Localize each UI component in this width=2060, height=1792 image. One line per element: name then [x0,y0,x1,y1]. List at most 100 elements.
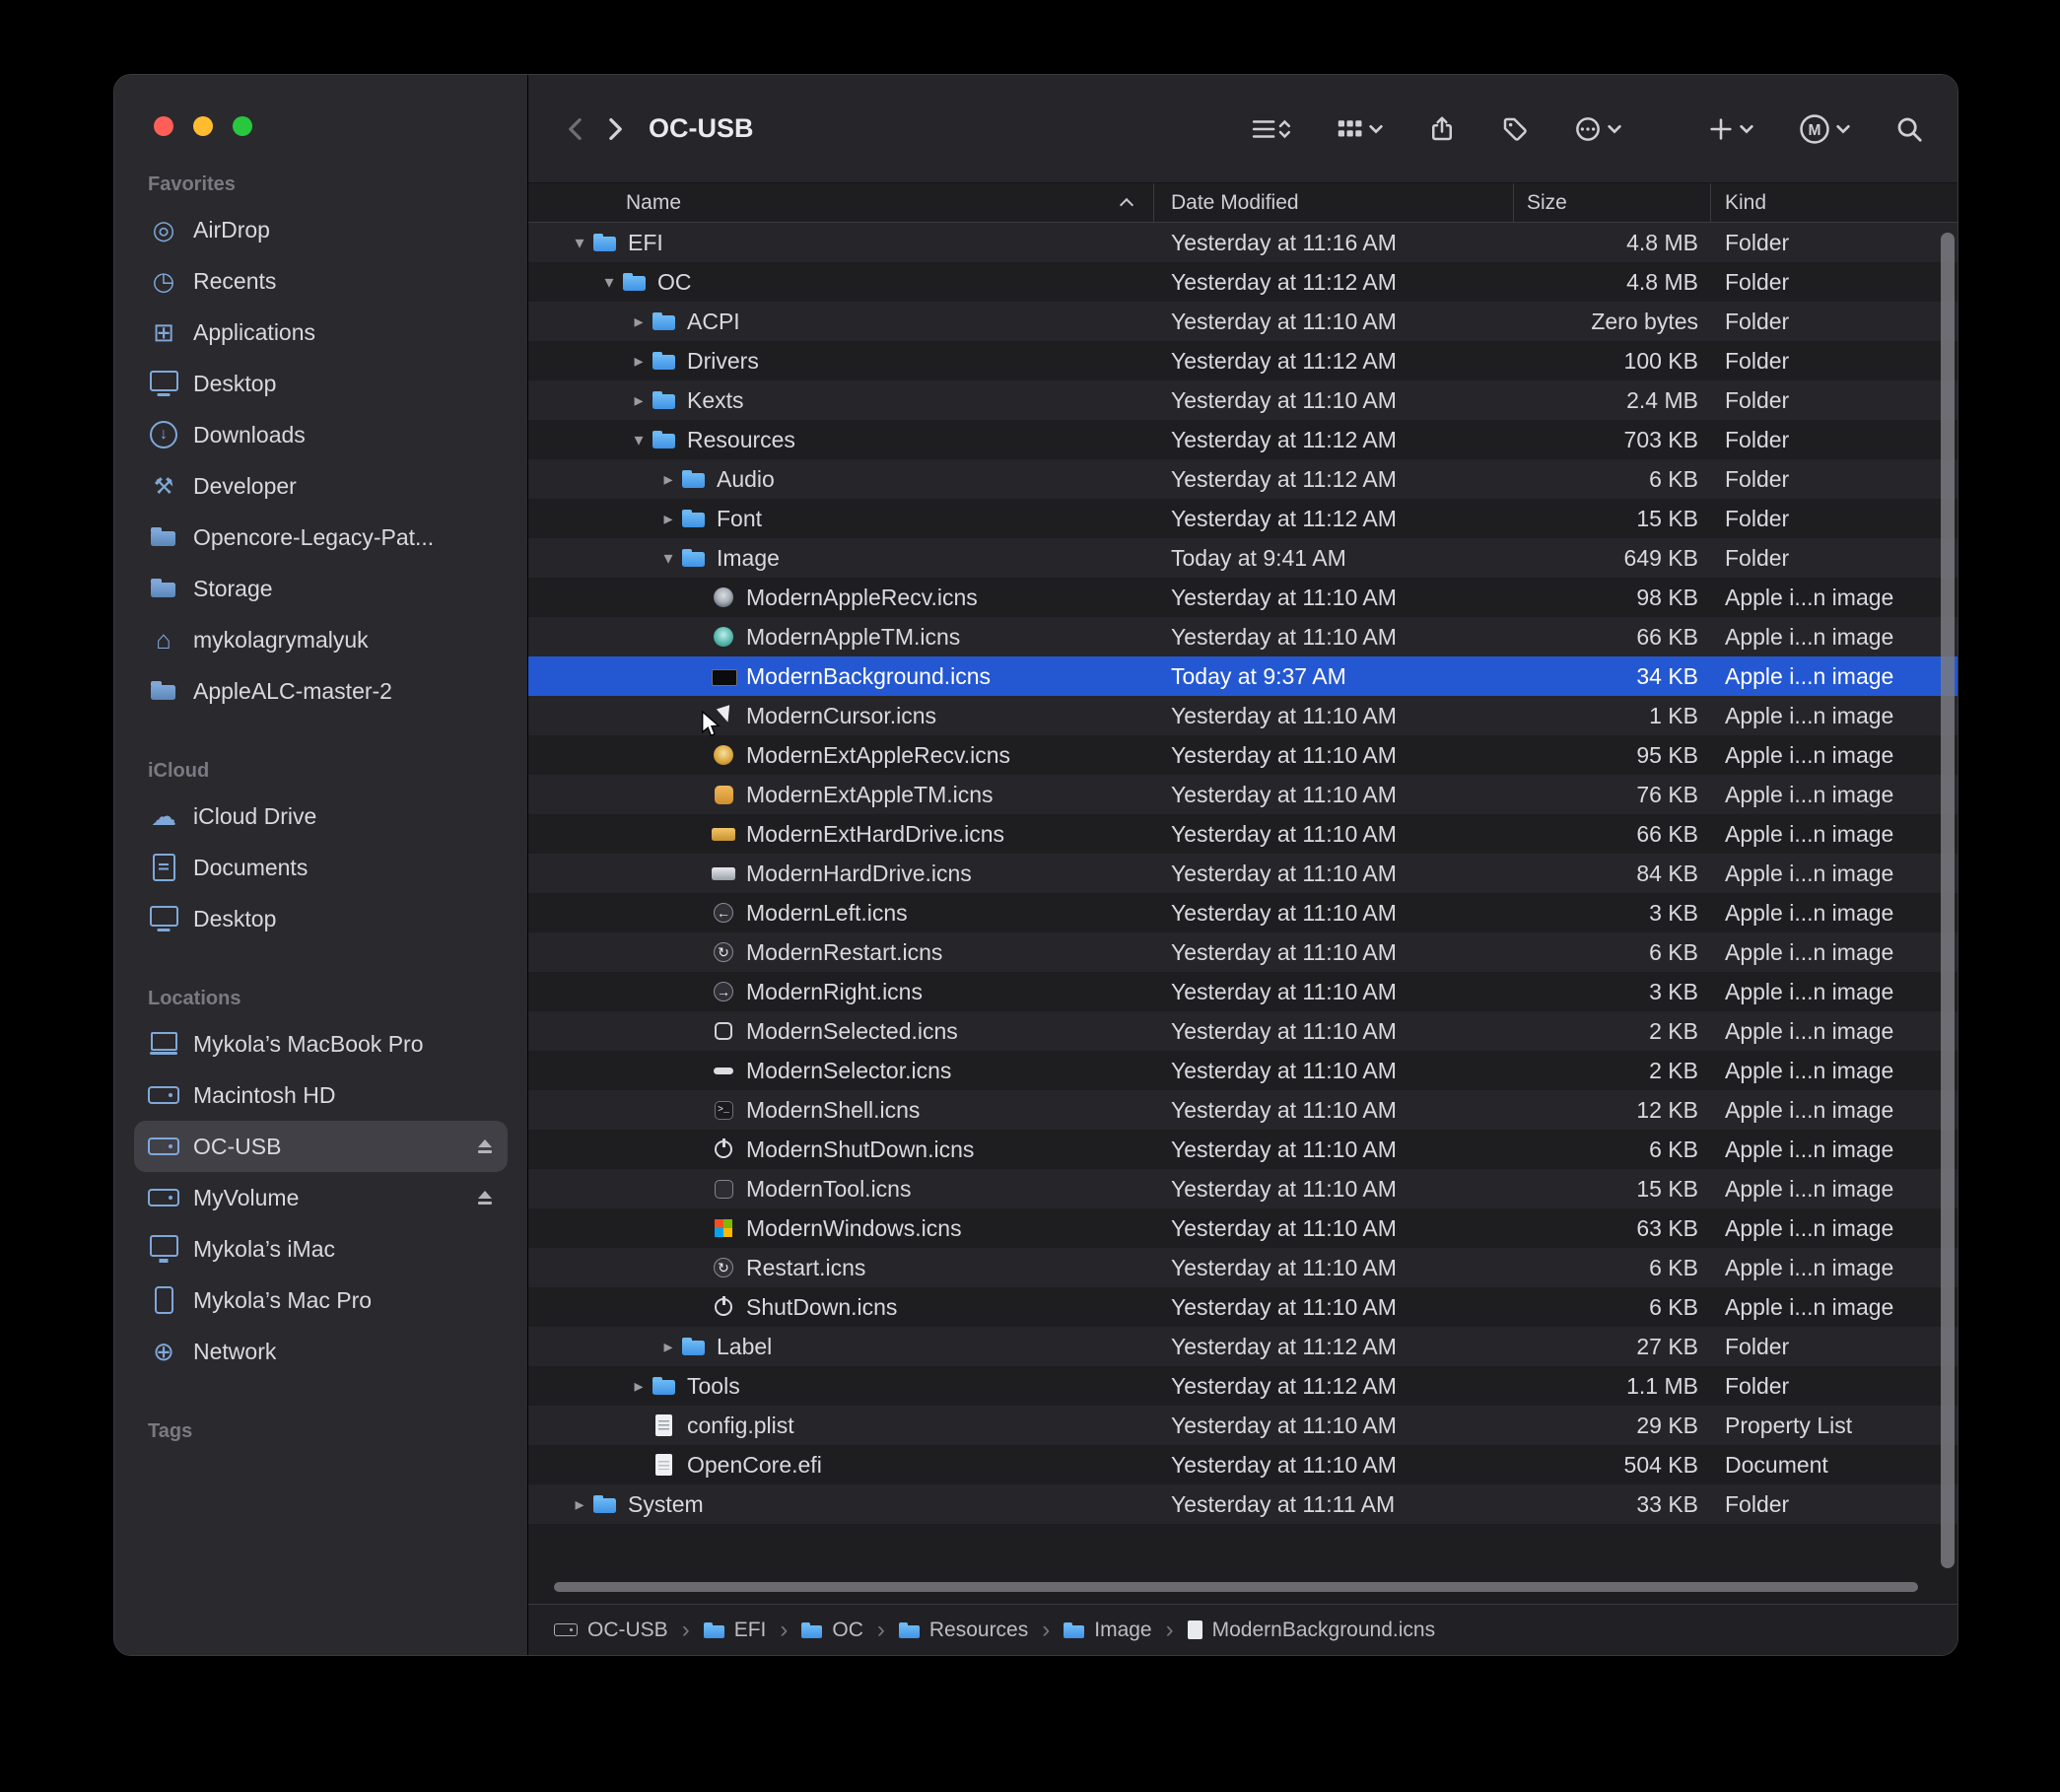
file-row[interactable]: ModernShell.icnsYesterday at 11:10 AM12 … [528,1090,1957,1130]
sidebar-item-developer[interactable]: Developer [134,460,508,512]
pathbar-item-image[interactable]: Image [1064,1619,1151,1642]
sidebar-item-airdrop[interactable]: AirDrop [134,204,508,255]
file-row[interactable]: ModernBackground.icnsToday at 9:37 AM34 … [528,656,1957,696]
file-kind: Apple i...n image [1711,1018,1957,1045]
search-button[interactable] [1890,110,1928,148]
disclosure-triangle[interactable]: ▸ [655,509,681,529]
sidebar-item-mykola-s-imac[interactable]: Mykola’s iMac [134,1223,508,1275]
file-row[interactable]: ▸ToolsYesterday at 11:12 AM1.1 MBFolder [528,1366,1957,1406]
airdrop-icon [148,214,179,245]
disclosure-triangle[interactable]: ▾ [626,430,652,450]
file-row[interactable]: ▾OCYesterday at 11:12 AM4.8 MBFolder [528,262,1957,302]
file-kind: Apple i...n image [1711,742,1957,769]
account-button[interactable]: M [1794,108,1855,150]
group-button[interactable] [1331,110,1388,148]
close-window-button[interactable] [154,116,173,136]
sidebar-item-recents[interactable]: Recents [134,255,508,307]
disclosure-triangle[interactable]: ▸ [626,311,652,332]
sidebar-item-storage[interactable]: Storage [134,563,508,614]
file-size: Zero bytes [1514,309,1711,335]
sidebar-item-opencore-legacy-pat[interactable]: Opencore-Legacy-Pat... [134,512,508,563]
disclosure-triangle[interactable]: ▸ [626,1376,652,1397]
file-row[interactable]: ▸KextsYesterday at 11:10 AM2.4 MBFolder [528,380,1957,420]
file-size: 66 KB [1514,624,1711,651]
file-row[interactable]: ▸LabelYesterday at 11:12 AM27 KBFolder [528,1327,1957,1366]
minimize-window-button[interactable] [193,116,213,136]
sidebar-item-mykola-s-macbook-pro[interactable]: Mykola’s MacBook Pro [134,1018,508,1069]
more-actions-button[interactable] [1569,110,1626,148]
disclosure-triangle[interactable]: ▸ [626,351,652,372]
sidebar-item-icloud-drive[interactable]: iCloud Drive [134,791,508,842]
pathbar-item-resources[interactable]: Resources [899,1619,1028,1642]
pathbar-item-modernbackground-icns[interactable]: ModernBackground.icns [1188,1619,1435,1642]
file-row[interactable]: ModernAppleRecv.icnsYesterday at 11:10 A… [528,578,1957,617]
sidebar-item-applealc-master-2[interactable]: AppleALC-master-2 [134,665,508,717]
eject-icon[interactable] [476,1138,494,1155]
sidebar-item-macintosh-hd[interactable]: Macintosh HD [134,1069,508,1121]
disclosure-triangle[interactable]: ▸ [655,469,681,490]
sidebar-item-oc-usb[interactable]: OC-USB [134,1121,508,1172]
back-button[interactable] [558,110,595,148]
file-row[interactable]: ModernShutDown.icnsYesterday at 11:10 AM… [528,1130,1957,1169]
file-row[interactable]: ▸DriversYesterday at 11:12 AM100 KBFolde… [528,341,1957,380]
file-row[interactable]: ▸ACPIYesterday at 11:10 AMZero bytesFold… [528,302,1957,341]
column-header-name[interactable]: Name [528,183,1154,222]
sidebar-item-desktop[interactable]: Desktop [134,358,508,409]
disclosure-triangle[interactable]: ▸ [567,1494,592,1515]
disclosure-triangle[interactable]: ▾ [596,272,622,293]
disclosure-triangle[interactable]: ▾ [567,233,592,253]
tags-button[interactable] [1496,110,1534,148]
column-header-kind[interactable]: Kind [1711,183,1957,222]
view-options-button[interactable] [1246,110,1295,148]
folder-icon [592,230,618,255]
sidebar-item-documents[interactable]: Documents [134,842,508,893]
file-row[interactable]: ShutDown.icnsYesterday at 11:10 AM6 KBAp… [528,1287,1957,1327]
file-row[interactable]: ModernHardDrive.icnsYesterday at 11:10 A… [528,854,1957,893]
file-row[interactable]: ModernRight.icnsYesterday at 11:10 AM3 K… [528,972,1957,1011]
file-row[interactable]: ModernCursor.icnsYesterday at 11:10 AM1 … [528,696,1957,735]
file-row[interactable]: ▾EFIYesterday at 11:16 AM4.8 MBFolder [528,223,1957,262]
column-header-date-modified[interactable]: Date Modified [1154,183,1514,222]
file-row[interactable]: ▸AudioYesterday at 11:12 AM6 KBFolder [528,459,1957,499]
disclosure-triangle[interactable]: ▸ [655,1337,681,1357]
windows-file-icon [711,1215,736,1241]
column-header-size[interactable]: Size [1514,183,1711,222]
file-row[interactable]: ▸FontYesterday at 11:12 AM15 KBFolder [528,499,1957,538]
forward-button[interactable] [595,110,633,148]
vertical-scrollbar[interactable] [1941,233,1955,1568]
share-button[interactable] [1423,110,1461,148]
sidebar-item-applications[interactable]: Applications [134,307,508,358]
file-row[interactable]: ▸SystemYesterday at 11:11 AM33 KBFolder [528,1484,1957,1524]
sidebar-item-mykola-s-mac-pro[interactable]: Mykola’s Mac Pro [134,1275,508,1326]
new-item-button[interactable] [1703,111,1758,147]
file-row[interactable]: ModernTool.icnsYesterday at 11:10 AM15 K… [528,1169,1957,1208]
file-size: 2 KB [1514,1058,1711,1084]
file-row[interactable]: ModernAppleTM.icnsYesterday at 11:10 AM6… [528,617,1957,656]
file-row[interactable]: ModernWindows.icnsYesterday at 11:10 AM6… [528,1208,1957,1248]
pathbar-item-oc-usb[interactable]: OC-USB [554,1619,668,1642]
disclosure-triangle[interactable]: ▾ [655,548,681,569]
sidebar-item-desktop[interactable]: Desktop [134,893,508,944]
sidebar-item-network[interactable]: Network [134,1326,508,1377]
file-row[interactable]: ModernExtAppleRecv.icnsYesterday at 11:1… [528,735,1957,775]
zoom-window-button[interactable] [233,116,252,136]
pathbar-item-efi[interactable]: EFI [704,1619,767,1642]
file-row[interactable]: config.plistYesterday at 11:10 AM29 KBPr… [528,1406,1957,1445]
pathbar-item-oc[interactable]: OC [801,1619,863,1642]
file-row[interactable]: OpenCore.efiYesterday at 11:10 AM504 KBD… [528,1445,1957,1484]
file-row[interactable]: ModernExtAppleTM.icnsYesterday at 11:10 … [528,775,1957,814]
eject-icon[interactable] [476,1190,494,1206]
file-row[interactable]: ModernSelector.icnsYesterday at 11:10 AM… [528,1051,1957,1090]
file-row[interactable]: ▾ImageToday at 9:41 AM649 KBFolder [528,538,1957,578]
file-row[interactable]: ModernLeft.icnsYesterday at 11:10 AM3 KB… [528,893,1957,932]
file-row[interactable]: ModernRestart.icnsYesterday at 11:10 AM6… [528,932,1957,972]
file-row[interactable]: ▾ResourcesYesterday at 11:12 AM703 KBFol… [528,420,1957,459]
horizontal-scrollbar[interactable] [554,1582,1918,1592]
sidebar-item-myvolume[interactable]: MyVolume [134,1172,508,1223]
sidebar-item-downloads[interactable]: Downloads [134,409,508,460]
sidebar-item-mykolagrymalyuk[interactable]: mykolagrymalyuk [134,614,508,665]
file-row[interactable]: Restart.icnsYesterday at 11:10 AM6 KBApp… [528,1248,1957,1287]
file-row[interactable]: ModernSelected.icnsYesterday at 11:10 AM… [528,1011,1957,1051]
disclosure-triangle[interactable]: ▸ [626,390,652,411]
file-row[interactable]: ModernExtHardDrive.icnsYesterday at 11:1… [528,814,1957,854]
